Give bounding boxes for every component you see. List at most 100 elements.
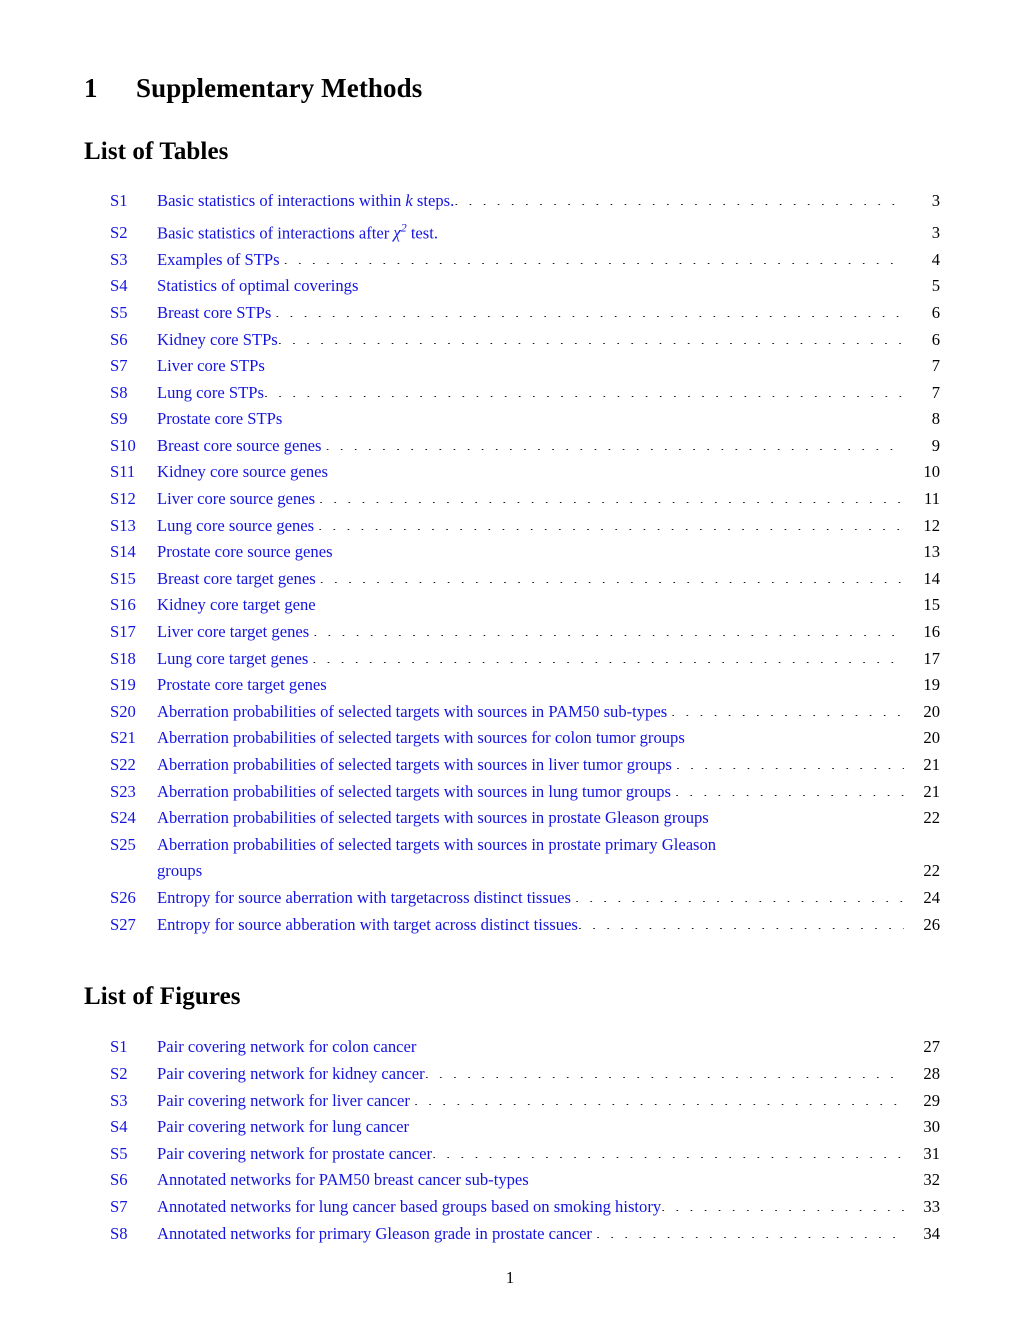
toc-entry-page-number: 21 [923, 781, 940, 801]
toc-entry[interactable]: S24 Aberration probabilities of selected … [84, 805, 940, 832]
leader-dots: . . . . . . . . . . . . . . . . . . . . … [574, 888, 904, 902]
toc-entry-page-number: 9 [931, 435, 940, 455]
toc-entry-page-number: 22 [923, 808, 940, 828]
toc-entry-page-number: 8 [931, 409, 940, 429]
toc-entry[interactable]: S23 Aberration probabilities of selected … [84, 779, 940, 806]
toc-entry-label: S1 [110, 1037, 128, 1057]
toc-entry-page-number: 3 [931, 191, 940, 210]
toc-entry-title-continued: groups [157, 861, 203, 881]
toc-entry[interactable]: S10 Breast core source genes. . . . . . .… [84, 433, 940, 460]
toc-entry-title-row: Prostate core source genes. . . . . . . … [157, 539, 906, 566]
toc-entry[interactable]: S8 Lung core STPs. . . . . . . . . . . . … [84, 380, 940, 407]
toc-entry[interactable]: S15 Breast core target genes. . . . . . .… [84, 566, 940, 593]
toc-entry[interactable]: S5 Breast core STPs. . . . . . . . . . . … [84, 300, 940, 327]
toc-entry-page-number: 15 [923, 595, 940, 615]
toc-entry[interactable]: S2 Basic statistics of interactions after… [84, 215, 940, 247]
toc-entry-title-row: Pair covering network for kidney cancer.… [157, 1061, 906, 1088]
toc-entry[interactable]: S13 Lung core source genes. . . . . . . .… [84, 513, 940, 540]
toc-entry-label: S4 [110, 1117, 128, 1137]
toc-entry-page-number: 6 [931, 329, 940, 349]
leader-dots: . . . . . . . . . . . . . . . . . . . . … [277, 329, 904, 344]
math-variable: k [405, 191, 413, 210]
toc-entry-title-row: Basic statistics of interactions within … [157, 188, 906, 215]
toc-entry[interactable]: S1 Basic statistics of interactions withi… [84, 188, 940, 215]
leader-dots: . . . . . . . . . . . . . . . . . . . . … [206, 861, 904, 876]
leader-dots: . . . . . . . . . . . . . . . . . . . . … [675, 755, 904, 770]
toc-entry[interactable]: S5 Pair covering network for prostate can… [84, 1141, 940, 1168]
toc-entry-title: Annotated networks for PAM50 breast canc… [157, 1170, 529, 1190]
toc-entry-page-number: 29 [923, 1090, 940, 1110]
toc-entry-label: S20 [110, 701, 136, 721]
toc-entry-label: S23 [110, 781, 136, 801]
toc-entry-title-row: Liver core STPs. . . . . . . . . . . . .… [157, 353, 906, 380]
toc-entry[interactable]: S3 Pair covering network for liver cancer… [84, 1088, 940, 1115]
toc-entry-title-row: Breast core target genes. . . . . . . . … [157, 566, 906, 593]
toc-entry-title-row: Pair covering network for liver cancer. … [157, 1088, 906, 1115]
leader-dots: . . . . . . . . . . . . . . . . . . . . … [420, 1037, 904, 1052]
toc-entry-label: S15 [110, 568, 136, 588]
toc-entry-title: Aberration probabilities of selected tar… [157, 728, 685, 748]
toc-entry[interactable]: S25 Aberration probabilities of selected … [84, 832, 940, 859]
toc-entry-title-row: Annotated networks for primary Gleason g… [157, 1221, 906, 1248]
toc-entry-title-row: Statistics of optimal coverings. . . . .… [157, 273, 906, 300]
toc-entry-label: S16 [110, 595, 136, 615]
toc-entry[interactable]: S1 Pair covering network for colon cancer… [84, 1034, 940, 1061]
toc-entry[interactable]: S27 Entropy for source abberation with ta… [84, 912, 940, 939]
toc-entry[interactable]: S7 Annotated networks for lung cancer bas… [84, 1194, 940, 1221]
toc-entry-continuation[interactable]: groups. . . . . . . . . . . . . . . . . … [84, 858, 940, 885]
toc-entry[interactable]: S26 Entropy for source aberration with ta… [84, 885, 940, 912]
toc-entry-title: Examples of STPs [157, 249, 280, 269]
toc-entry-page-number: 31 [923, 1143, 940, 1163]
toc-entry-title-row: Breast core source genes. . . . . . . . … [157, 433, 906, 460]
toc-entry-page-number: 4 [931, 249, 940, 269]
toc-entry-page-number: 33 [923, 1196, 940, 1216]
leader-dots: . . . . . . . . . . . . . . . . . . . . … [432, 1144, 904, 1158]
toc-entry[interactable]: S12 Liver core source genes. . . . . . . … [84, 486, 940, 513]
toc-entry-title: Entropy for source aberration with targe… [157, 887, 571, 907]
toc-entry-label: S5 [110, 1143, 128, 1163]
toc-entry-page-number: 17 [923, 648, 940, 668]
toc-entry[interactable]: S4 Statistics of optimal coverings. . . .… [84, 273, 940, 300]
toc-entry[interactable]: S2 Pair covering network for kidney cance… [84, 1061, 940, 1088]
toc-entry[interactable]: S14 Prostate core source genes. . . . . .… [84, 539, 940, 566]
toc-entry[interactable]: S8 Annotated networks for primary Gleason… [84, 1221, 940, 1248]
toc-entry-label: S9 [110, 409, 128, 429]
toc-entry[interactable]: S20 Aberration probabilities of selected … [84, 699, 940, 726]
toc-entry[interactable]: S17 Liver core target genes. . . . . . . … [84, 619, 940, 646]
toc-entry[interactable]: S11 Kidney core source genes. . . . . . .… [84, 459, 940, 486]
leader-dots: . . . . . . . . . . . . . . . . . . . . … [454, 191, 904, 206]
leader-dots: . . . . . . . . . . . . . . . . . . . . … [286, 409, 904, 424]
leader-dots: . . . . . . . . . . . . . . . . . . . . … [318, 516, 904, 530]
toc-entry-title-row: Annotated networks for PAM50 breast canc… [157, 1167, 906, 1194]
toc-entry[interactable]: S9 Prostate core STPs. . . . . . . . . . … [84, 406, 940, 433]
toc-entry[interactable]: S16 Kidney core target gene. . . . . . . … [84, 592, 940, 619]
toc-entry[interactable]: S18 Lung core target genes. . . . . . . .… [84, 646, 940, 673]
toc-entry[interactable]: S6 Kidney core STPs. . . . . . . . . . . … [84, 327, 940, 354]
toc-entry-label: S3 [110, 1090, 128, 1110]
toc-entry[interactable]: S19 Prostate core target genes. . . . . .… [84, 672, 940, 699]
toc-entry[interactable]: S22 Aberration probabilities of selected … [84, 752, 940, 779]
page-number-footer: 1 [505, 1268, 515, 1287]
toc-entry-title-row: Entropy for source aberration with targe… [157, 885, 906, 912]
toc-entry-label: S7 [110, 1196, 128, 1216]
toc-entry-label: S27 [110, 914, 136, 934]
leader-dots: . . . . . . . . . . . . . . . . . . . . … [283, 250, 904, 264]
toc-entry[interactable]: S6 Annotated networks for PAM50 breast ca… [84, 1167, 940, 1194]
toc-entry-page-number: 27 [923, 1037, 940, 1057]
toc-entry[interactable]: S7 Liver core STPs. . . . . . . . . . . .… [84, 353, 940, 380]
toc-entry-title-row: Breast core STPs. . . . . . . . . . . . … [157, 300, 906, 327]
toc-entry-title-row: Prostate core STPs. . . . . . . . . . . … [157, 406, 906, 433]
toc-entry-page-number: 20 [923, 701, 940, 721]
toc-entry-label: S26 [110, 887, 136, 907]
toc-entry-page-number: 12 [923, 515, 940, 535]
leader-dots: . . . . . . . . . . . . . . . . . . . . … [413, 1091, 904, 1105]
toc-entry-label: S12 [110, 489, 136, 509]
toc-entry-title: Lung core STPs [157, 382, 264, 402]
toc-entry[interactable]: S21 Aberration probabilities of selected … [84, 725, 940, 752]
leader-dots: . . . . . . . . . . . . . . . . . . . . … [595, 1223, 904, 1238]
toc-entry-title: Aberration probabilities of selected tar… [157, 781, 671, 801]
toc-entry-label: S3 [110, 249, 128, 269]
toc-entry[interactable]: S3 Examples of STPs. . . . . . . . . . . … [84, 247, 940, 274]
toc-entry[interactable]: S4 Pair covering network for lung cancer.… [84, 1114, 940, 1141]
